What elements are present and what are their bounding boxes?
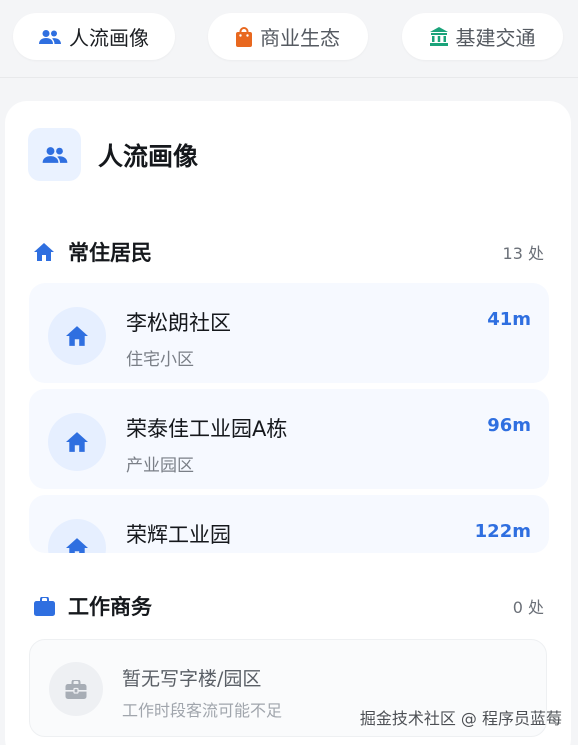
category-tab-bar: 人流画像 商业生态 基建交通 [0, 0, 578, 78]
item-type: 住宅小区 [126, 350, 194, 370]
section-title: 工作商务 [68, 595, 152, 619]
item-name: 荣辉工业园 [126, 523, 231, 547]
item-distance: 122m [474, 521, 531, 542]
tab-label: 商业生态 [260, 26, 340, 50]
list-item[interactable]: 荣泰佳工业园A栋 产业园区 96m [29, 389, 549, 489]
tab-label: 基建交通 [455, 26, 536, 50]
people-profile-card: 人流画像 常住居民 13 处 李松朗社区 住宅小区 41m 荣泰佳工业园A栋 产… [5, 101, 571, 745]
toolbox-icon [49, 662, 103, 716]
tab-people-profile[interactable]: 人流画像 [13, 13, 175, 60]
item-name: 荣泰佳工业园A栋 [126, 417, 288, 441]
home-icon [48, 307, 106, 365]
bank-icon [429, 27, 448, 46]
residents-section-header: 常住居民 13 处 [34, 237, 544, 267]
watermark: 掘金技术社区 @ 程序员蓝莓 [359, 709, 562, 728]
section-title: 常住居民 [68, 241, 152, 265]
home-icon [48, 519, 106, 553]
section-count: 0 处 [512, 598, 544, 617]
home-icon [34, 243, 56, 261]
tab-business-ecology[interactable]: 商业生态 [208, 13, 368, 60]
people-icon [28, 128, 81, 181]
empty-title: 暂无写字楼/园区 [122, 668, 262, 690]
tab-infrastructure-transport[interactable]: 基建交通 [402, 13, 563, 60]
home-icon [48, 413, 106, 471]
empty-subtitle: 工作时段客流可能不足 [122, 701, 283, 720]
item-name: 李松朗社区 [126, 311, 231, 335]
business-section-header: 工作商务 0 处 [34, 591, 544, 621]
item-distance: 96m [487, 415, 531, 436]
card-title: 人流画像 [98, 142, 199, 171]
item-type: 产业园区 [126, 456, 194, 476]
section-count: 13 处 [502, 244, 544, 263]
list-item[interactable]: 荣辉工业园 122m [29, 495, 549, 553]
item-distance: 41m [487, 309, 531, 330]
shopping-bag-icon [236, 26, 252, 47]
tab-label: 人流画像 [69, 26, 149, 50]
briefcase-icon [34, 596, 56, 616]
residents-list[interactable]: 李松朗社区 住宅小区 41m 荣泰佳工业园A栋 产业园区 96m 荣辉工业园 1… [29, 283, 549, 553]
people-icon [39, 29, 61, 45]
list-item[interactable]: 李松朗社区 住宅小区 41m [29, 283, 549, 383]
